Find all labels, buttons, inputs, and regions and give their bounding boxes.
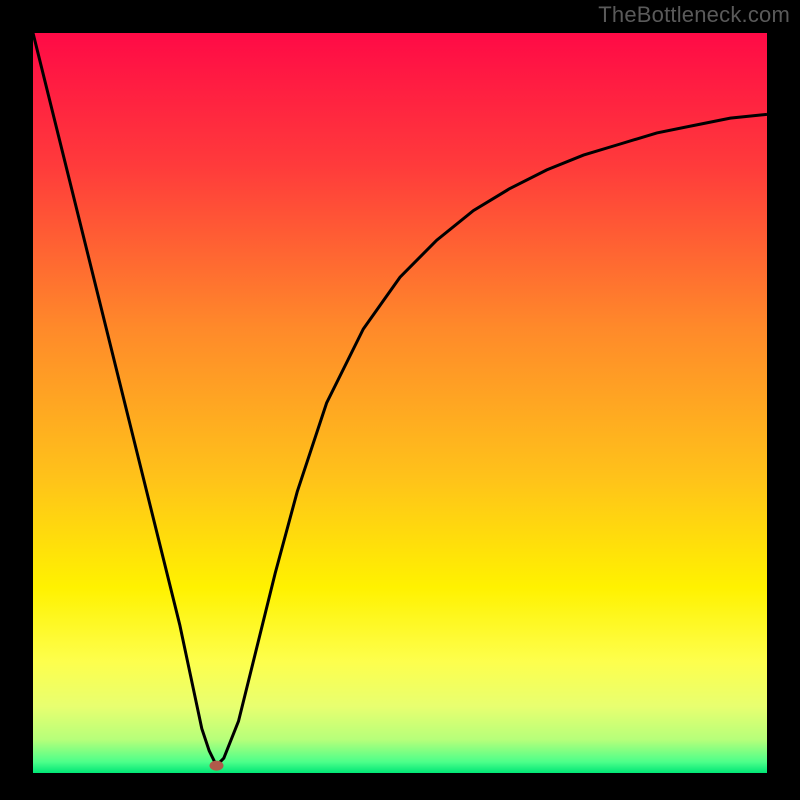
bottleneck-chart — [0, 0, 800, 800]
attribution-text: TheBottleneck.com — [598, 2, 790, 28]
optimum-marker — [210, 761, 224, 771]
plot-background — [33, 33, 767, 773]
chart-frame: TheBottleneck.com — [0, 0, 800, 800]
